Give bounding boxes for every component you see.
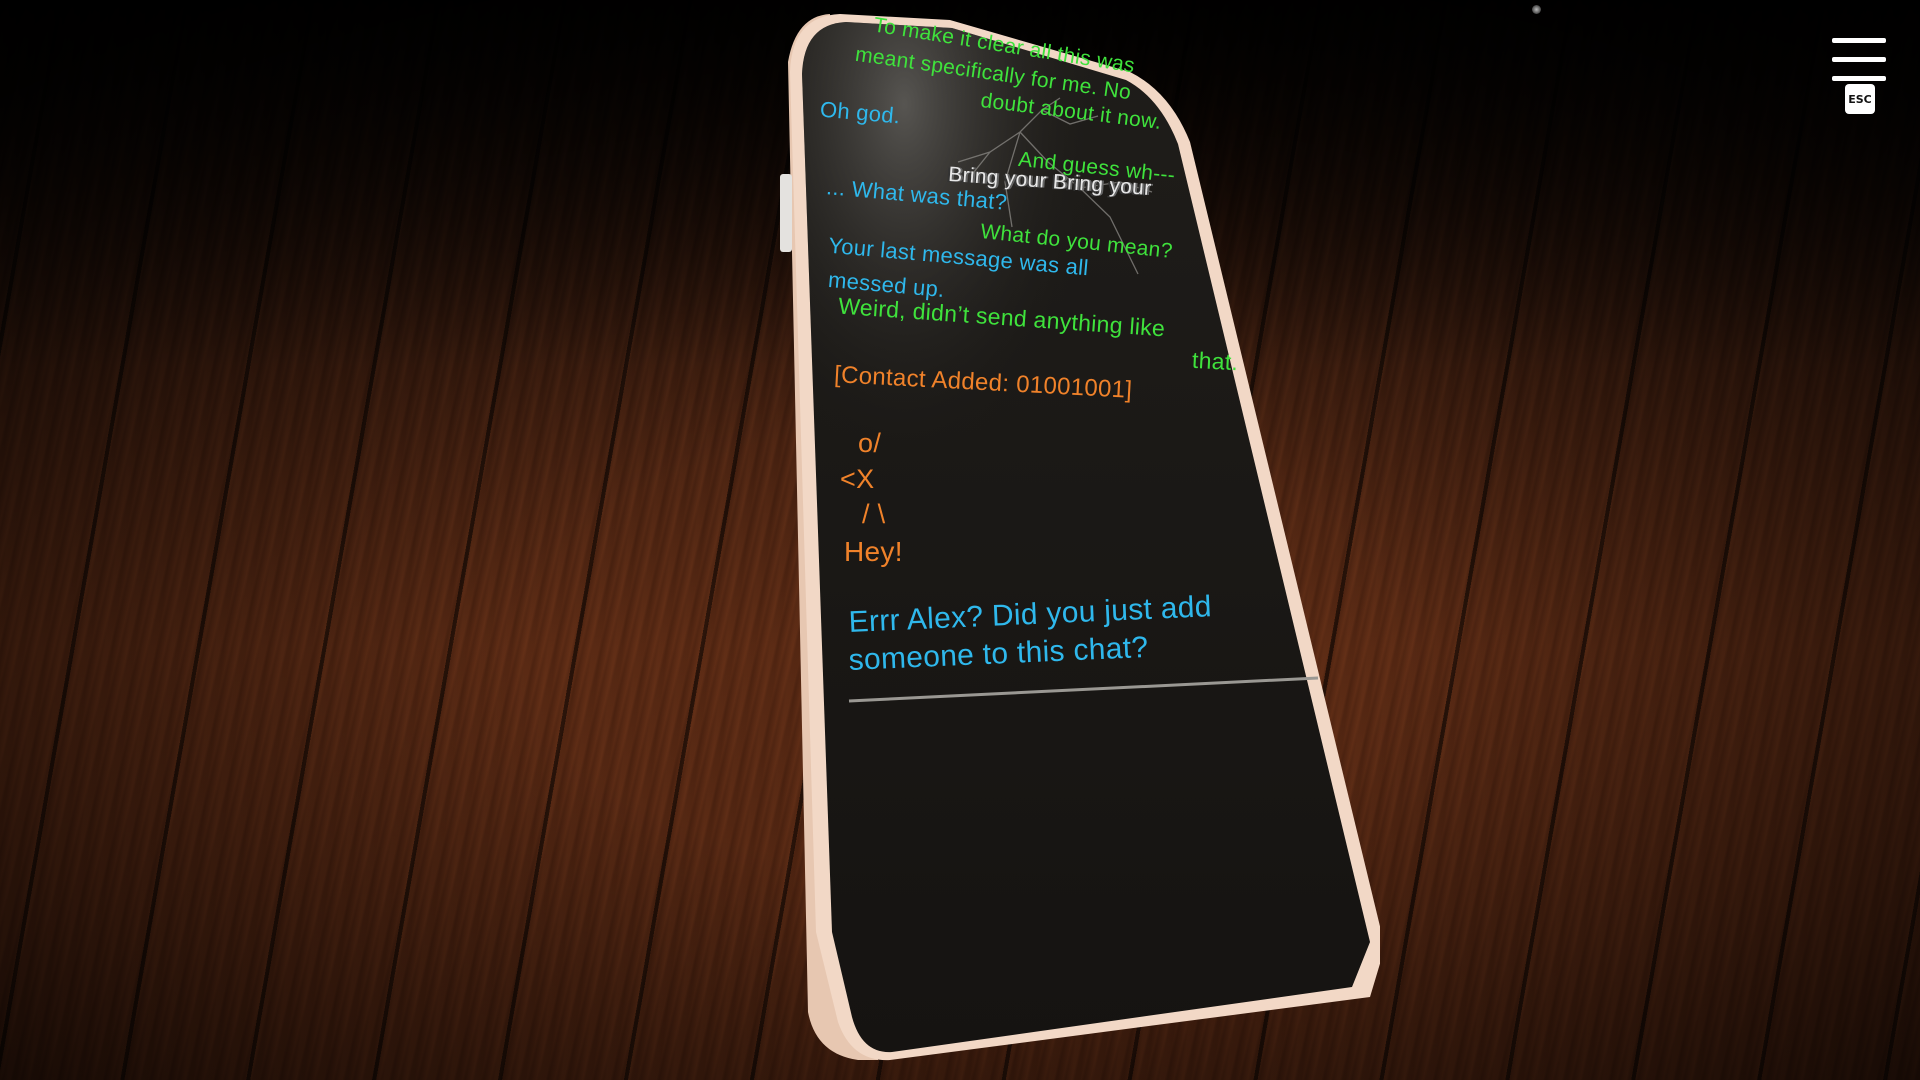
hamburger-menu-icon [1832,38,1886,82]
ceiling-light [1532,5,1541,14]
chat-message: Hey! [844,536,903,567]
menu-button[interactable] [1832,38,1886,82]
chat-message: that. [1191,346,1239,376]
phone: To make it clear all this was meant spec… [780,12,1380,1062]
game-scene: To make it clear all this was meant spec… [0,0,1920,1080]
esc-key-badge: ESC [1845,84,1875,114]
chat-message: / \ [862,499,886,529]
chat-message: o/ [858,428,882,458]
reply-option[interactable]: Errr Alex? Did you just add someone to t… [848,590,1212,678]
phone-side-button [780,174,792,252]
chat-message: <X [840,464,875,494]
